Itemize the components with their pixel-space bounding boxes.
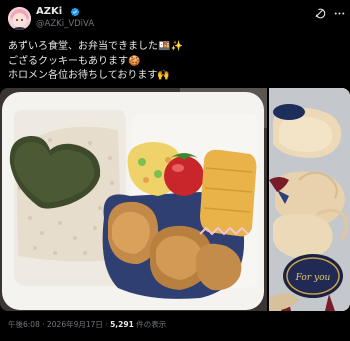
post-text-line: ホロメン各位お待ちしております🙌 <box>8 70 170 81</box>
post-text-line: あずいろ食堂、お弁当できました🍱✨ <box>8 41 183 52</box>
bento-box-photo[interactable] <box>0 88 267 311</box>
more-options-icon[interactable] <box>333 7 346 20</box>
post-date[interactable]: 2026年9月17日 <box>47 320 103 329</box>
views-count: 5,291 <box>110 320 134 329</box>
post-detail: AZKi @AZKi_VDiVA あずいろ食堂、お弁当できました🍱✨ ござるクッ… <box>0 0 350 341</box>
post-meta: 午後6:08 · 2026年9月17日 · 5,291 件の表示 <box>8 319 166 330</box>
views-label: 件の表示 <box>136 320 167 329</box>
post-time[interactable]: 午後6:08 <box>8 320 40 329</box>
meta-separator: · <box>105 320 108 329</box>
post-media: For you <box>0 88 350 311</box>
post-text-line: ござるクッキーもあります🍪 <box>8 55 141 67</box>
meta-separator: · <box>42 320 45 329</box>
grok-icon[interactable] <box>314 7 327 20</box>
author-handle[interactable]: @AZKi_VDiVA <box>36 19 94 29</box>
author-display-name[interactable]: AZKi <box>36 6 62 17</box>
for-you-card-text: For you <box>295 273 331 283</box>
post-text: あずいろ食堂、お弁当できました🍱✨ ござるクッキーもあります🍪 ホロメン各位お待… <box>8 40 342 84</box>
verified-badge-icon <box>70 7 80 17</box>
author-avatar[interactable] <box>8 7 31 30</box>
cookies-photo[interactable]: For you <box>269 88 350 311</box>
